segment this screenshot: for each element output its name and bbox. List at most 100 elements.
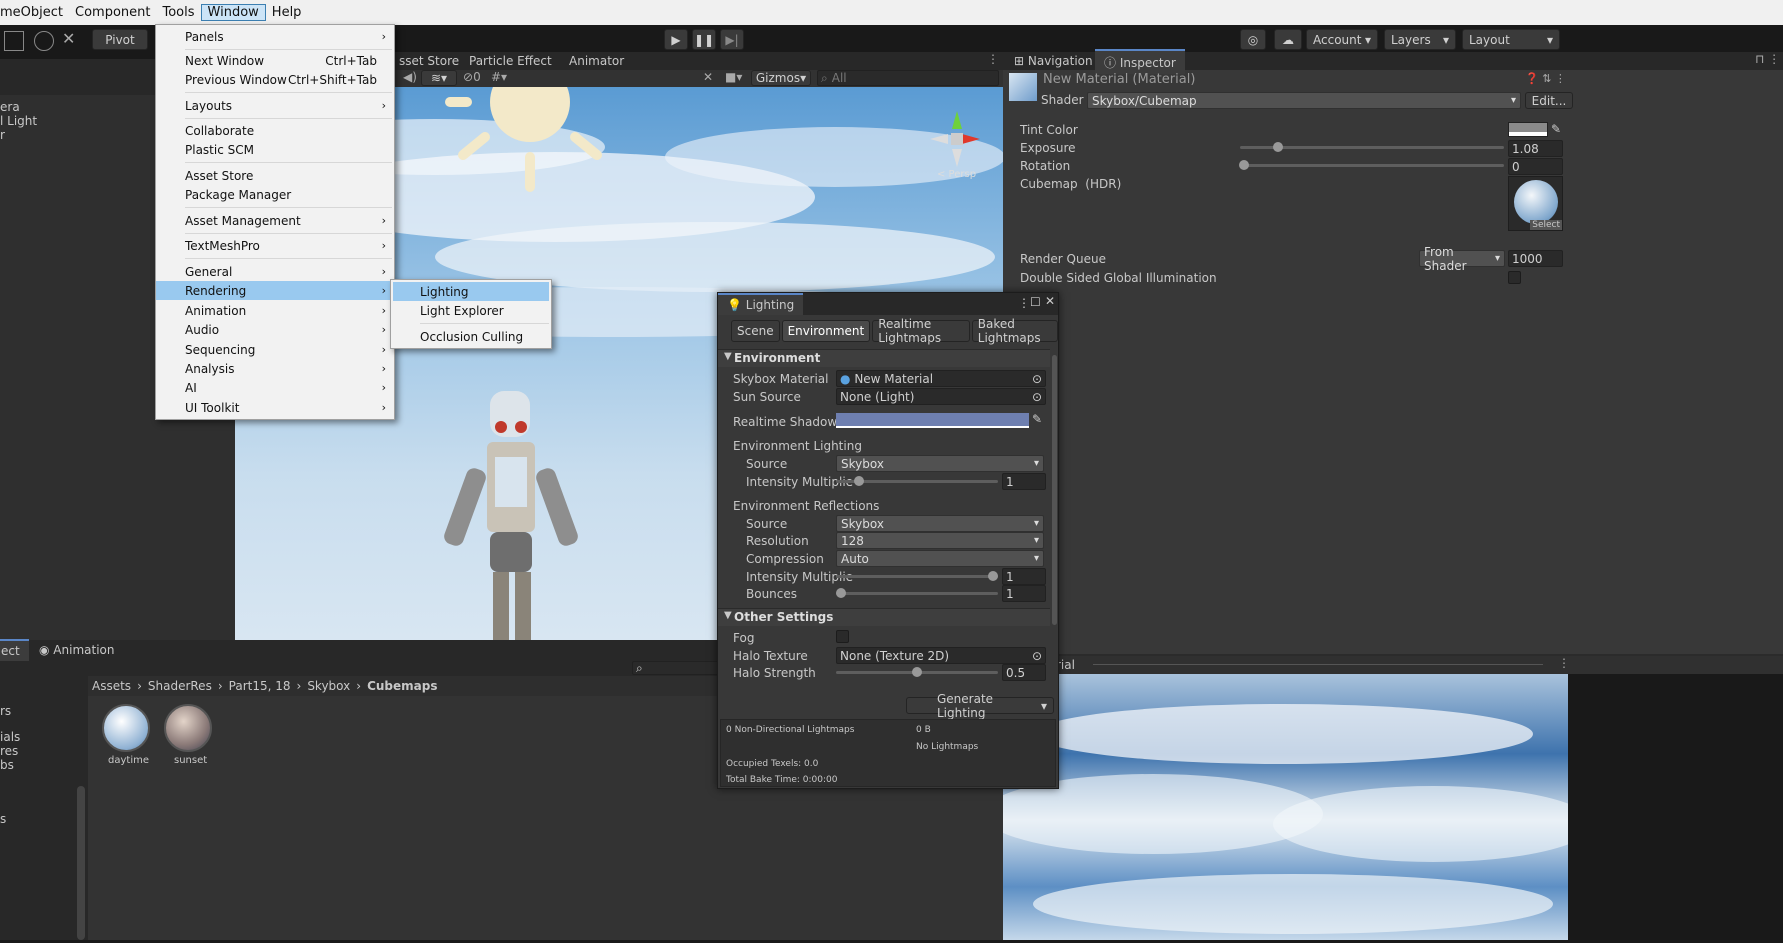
hidden-objects-icon[interactable]: ⊘0 <box>463 70 481 84</box>
cloud-icon[interactable]: ☁ <box>1274 29 1302 50</box>
menu-component[interactable]: Component <box>69 5 156 20</box>
skybox-preview[interactable] <box>983 674 1593 940</box>
tint-color-swatch[interactable] <box>1508 122 1548 137</box>
menu-item-panels[interactable]: Panels › <box>156 27 394 46</box>
menu-item-textmeshpro[interactable]: TextMeshPro › <box>156 236 394 255</box>
dsgi-checkbox[interactable] <box>1508 271 1521 284</box>
asset-daytime-thumbnail[interactable] <box>102 704 150 752</box>
menu-item-rendering[interactable]: Rendering › <box>156 281 394 300</box>
tools-icon[interactable]: ✕ <box>703 70 713 84</box>
more-icon[interactable]: ⋮ <box>1558 656 1570 670</box>
axis-gizmo[interactable]: < Persp <box>925 99 985 179</box>
generate-lighting-button[interactable]: Generate Lighting ▾ <box>906 692 1054 720</box>
asset-sunset-thumbnail[interactable] <box>164 704 212 752</box>
reflection-intensity-handle[interactable] <box>988 571 998 581</box>
menu-item-sequencing[interactable]: Sequencing › <box>156 340 394 359</box>
bounces-handle[interactable] <box>836 588 846 598</box>
tab-scene[interactable]: Scene <box>731 320 780 342</box>
menu-window[interactable]: Window <box>200 4 266 21</box>
reflection-source-dropdown[interactable]: Skybox <box>836 515 1044 532</box>
scrollbar[interactable] <box>77 786 85 940</box>
eyedropper-icon[interactable]: ✎ <box>1032 412 1042 426</box>
menu-item-analysis[interactable]: Analysis › <box>156 359 394 378</box>
object-picker-icon[interactable]: ⊙ <box>1032 390 1045 404</box>
skybox-material-field[interactable]: ● New Material ⊙ <box>836 370 1046 387</box>
menu-item-asset-store[interactable]: Asset Store <box>156 166 394 185</box>
other-settings-section-header[interactable]: ▼ Other Settings <box>718 608 1050 626</box>
breadcrumb-item-current[interactable]: Cubemaps <box>367 679 437 693</box>
account-dropdown[interactable]: Account ▾ <box>1306 29 1378 50</box>
rotate-tool-icon[interactable] <box>34 31 54 51</box>
scene-search-input[interactable]: ⌕ All <box>817 70 999 86</box>
maximize-icon[interactable]: ☐ <box>1030 295 1041 309</box>
halo-texture-field[interactable]: None (Texture 2D) ⊙ <box>836 647 1046 664</box>
breadcrumb-item[interactable]: Assets <box>92 679 131 693</box>
hierarchy-item[interactable]: r <box>0 128 5 142</box>
layout-dropdown[interactable]: Layout ▾ <box>1462 29 1560 50</box>
lighting-intensity-handle[interactable] <box>854 476 864 486</box>
tab-particle-effect[interactable]: Particle Effect <box>460 51 561 71</box>
menu-item-animation[interactable]: Animation › <box>156 301 394 320</box>
breadcrumb-item[interactable]: Skybox <box>307 679 350 693</box>
menu-tools[interactable]: Tools <box>157 5 201 20</box>
menu-item-audio[interactable]: Audio › <box>156 320 394 339</box>
environment-section-header[interactable]: ▼ Environment <box>718 349 1050 367</box>
exposure-slider-handle[interactable] <box>1273 142 1283 152</box>
rotation-slider-handle[interactable] <box>1239 160 1249 170</box>
hierarchy-item[interactable]: era <box>0 100 20 114</box>
object-picker-icon[interactable]: ⊙ <box>1032 649 1045 663</box>
camera-icon[interactable]: ■▾ <box>725 70 742 84</box>
tab-asset-store[interactable]: sset Store <box>390 51 468 71</box>
bounces-field[interactable]: 1 <box>1002 585 1046 602</box>
more-icon[interactable]: ⋮ <box>1018 296 1030 310</box>
menu-item-ui-toolkit[interactable]: UI Toolkit › <box>156 398 394 417</box>
layers-dropdown[interactable]: Layers ▾ <box>1384 29 1456 50</box>
tab-inspector[interactable]: ⓘ Inspector <box>1095 49 1185 74</box>
menu-gameobject[interactable]: meObject <box>0 5 69 20</box>
select-button[interactable]: Select <box>1530 220 1562 230</box>
tools-icon[interactable]: ✕ <box>62 29 75 48</box>
tab-animator[interactable]: Animator <box>560 51 633 71</box>
tab-environment[interactable]: Environment <box>781 320 871 342</box>
pivot-button[interactable]: Pivot <box>92 29 148 50</box>
grid-icon[interactable]: #▾ <box>491 70 507 84</box>
eyedropper-icon[interactable]: ✎ <box>1551 122 1561 136</box>
close-icon[interactable]: ✕ <box>1045 294 1055 308</box>
menu-item-asset-management[interactable]: Asset Management › <box>156 211 394 230</box>
menu-item-next-window[interactable]: Next Window Ctrl+Tab <box>156 51 394 70</box>
halo-strength-handle[interactable] <box>912 667 922 677</box>
tab-baked-lightmaps[interactable]: Baked Lightmaps <box>971 317 1058 345</box>
menu-item-collaborate[interactable]: Collaborate <box>156 121 394 140</box>
menu-item-package-manager[interactable]: Package Manager <box>156 185 394 204</box>
lighting-intensity-field[interactable]: 1 <box>1002 473 1046 490</box>
rotation-field[interactable]: 0 <box>1508 158 1563 175</box>
menu-item-general[interactable]: General › <box>156 262 394 281</box>
exposure-field[interactable]: 1.08 <box>1508 140 1563 157</box>
tab-lighting[interactable]: 💡 Lighting <box>718 293 804 315</box>
render-queue-field[interactable]: 1000 <box>1508 250 1563 267</box>
reflection-intensity-field[interactable]: 1 <box>1002 568 1046 585</box>
more-icon[interactable]: ⋮ <box>987 52 999 66</box>
tree-item[interactable]: rs <box>0 704 11 718</box>
render-queue-dropdown[interactable]: From Shader <box>1419 245 1505 273</box>
sun-source-field[interactable]: None (Light) ⊙ <box>836 388 1046 405</box>
lighting-source-dropdown[interactable]: Skybox <box>836 455 1044 472</box>
menu-item-plastic-scm[interactable]: Plastic SCM <box>156 140 394 159</box>
shadow-color-swatch[interactable] <box>836 413 1029 428</box>
compression-dropdown[interactable]: Auto <box>836 550 1044 567</box>
audio-icon[interactable]: ◀) <box>403 70 417 84</box>
tree-item[interactable]: s <box>0 812 6 826</box>
rotation-slider[interactable] <box>1240 164 1504 167</box>
menu-help[interactable]: Help <box>266 5 308 20</box>
halo-strength-field[interactable]: 0.5 <box>1002 664 1046 681</box>
play-button[interactable]: ▶ <box>664 29 688 50</box>
breadcrumb-item[interactable]: Part15, 18 <box>229 679 291 693</box>
tree-item[interactable]: res <box>0 744 18 758</box>
tab-project[interactable]: ect <box>0 639 29 661</box>
rect-tool-icon[interactable] <box>4 31 24 51</box>
menu-item-ai[interactable]: AI › <box>156 378 394 397</box>
breadcrumb-item[interactable]: ShaderRes <box>148 679 212 693</box>
tab-navigation[interactable]: ⊞ Navigation <box>1005 51 1102 71</box>
shader-dropdown[interactable]: Skybox/Cubemap <box>1087 92 1521 109</box>
effects-dropdown[interactable]: ≋▾ <box>421 70 457 86</box>
